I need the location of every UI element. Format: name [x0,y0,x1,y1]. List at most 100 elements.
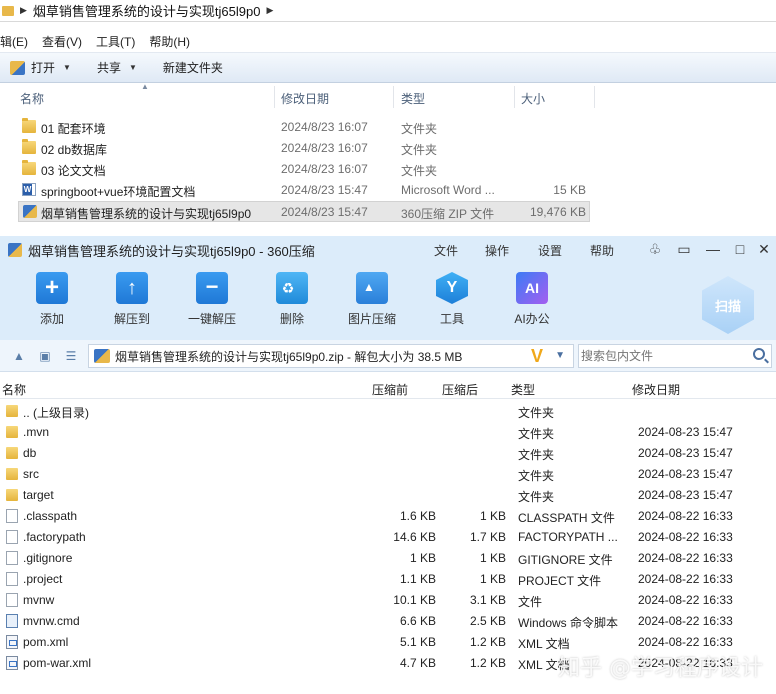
close-icon[interactable]: ✕ [756,241,772,257]
entry-after: 2.5 KB [469,614,506,628]
menu-settings[interactable]: 设置 [538,242,562,259]
extract-to-button[interactable]: 解压到 [97,272,167,327]
entry-before: 1.1 KB [399,572,436,586]
archive-row[interactable]: .. (上级目录) 文件夹 [0,401,776,422]
archive-path-bar[interactable]: 烟草销售管理系统的设计与实现tj65l9p0.zip - 解包大小为 38.5 … [88,344,574,368]
minimize-icon[interactable]: — [705,241,721,257]
menu-edit[interactable]: 辑(E) [0,33,28,50]
entry-date: 2024-08-23 15:47 [638,446,733,460]
menu-tools[interactable]: 工具(T) [96,33,135,50]
maximize-icon[interactable]: □ [732,241,748,257]
folder-icon [6,447,18,459]
archive-column-headers: 名称 压缩前 压缩后 类型 修改日期 [0,377,776,399]
entry-before: 5.1 KB [399,635,436,649]
vip-icon[interactable]: V [531,346,543,367]
window-title: 烟草销售管理系统的设计与实现tj65l9p0 - 360压缩 [28,243,315,259]
entry-type: FACTORYPATH ... [518,530,618,544]
entry-before: 1 KB [409,551,436,565]
entry-type: 文件 [518,595,543,609]
tools-icon [436,272,468,304]
entry-name: .mvn [23,425,50,439]
entry-before: 1.6 KB [399,509,436,523]
entry-type: 文件夹 [518,469,555,483]
menu-help[interactable]: 帮助 [590,242,614,259]
archive-row[interactable]: mvnw.cmd 6.6 KB 2.5 KB Windows 命令脚本 2024… [0,611,776,632]
recycle-bin-icon [276,272,308,304]
breadcrumb[interactable]: 烟草销售管理系统的设计与实现tj65l9p0 [33,1,261,20]
entry-name: .. (上级目录) [23,406,89,420]
entry-after: 1.7 KB [469,530,506,544]
menu-view[interactable]: 查看(V) [42,33,82,50]
one-click-extract-button[interactable]: 一键解压 [177,272,247,327]
file-name: 01 配套环境 [41,122,106,136]
search-box[interactable] [578,344,772,368]
add-button[interactable]: 添加 [17,272,87,327]
column-name[interactable]: 名称 [2,381,26,398]
column-compressed-after[interactable]: 压缩后 [442,381,478,398]
open-label: 打开 [31,61,56,75]
column-type[interactable]: 类型 [401,90,425,107]
column-compressed-before[interactable]: 压缩前 [372,381,408,398]
file-row[interactable]: 03 论文文档 2024/8/23 16:07 文件夹 [18,159,590,180]
chevron-right-icon[interactable]: ▶ [266,5,273,16]
feedback-icon[interactable]: ▭ [676,241,692,257]
file-type: 360压缩 ZIP 文件 [401,207,495,221]
menu-bar: 辑(E) 查看(V) 工具(T) 帮助(H) [0,31,776,51]
file-name: 烟草销售管理系统的设计与实现tj65l9p0 [41,207,252,221]
share-button[interactable]: 共享 ▼ [97,59,137,76]
menu-file[interactable]: 文件 [434,242,458,259]
tools-button[interactable]: 工具 [417,272,487,327]
archive-row[interactable]: .gitignore 1 KB 1 KB GITIGNORE 文件 2024-0… [0,548,776,569]
column-type[interactable]: 类型 [511,381,535,398]
list-view-icon[interactable]: ☰ [64,349,78,363]
file-icon [6,593,18,607]
add-label: 添加 [39,312,64,326]
archive-row[interactable]: src 文件夹 2024-08-23 15:47 [0,464,776,485]
folder-icon [6,468,18,480]
file-size: 15 KB [553,183,586,197]
archive-row[interactable]: target 文件夹 2024-08-23 15:47 [0,485,776,506]
file-icon [6,530,18,544]
column-modified[interactable]: 修改日期 [632,381,680,398]
archive-row[interactable]: .project 1.1 KB 1 KB PROJECT 文件 2024-08-… [0,569,776,590]
search-icon[interactable] [753,348,765,360]
file-row[interactable]: 01 配套环境 2024/8/23 16:07 文件夹 [18,117,590,138]
file-name: springboot+vue环境配置文档 [41,185,196,199]
folder-icon [6,405,18,417]
script-icon [6,614,18,628]
ai-office-button[interactable]: AI办公 [497,272,567,327]
image-compress-button[interactable]: 图片压缩 [337,272,407,327]
archive-row[interactable]: .mvn 文件夹 2024-08-23 15:47 [0,422,776,443]
archive-row[interactable]: db 文件夹 2024-08-23 15:47 [0,443,776,464]
open-button[interactable]: 打开 ▼ [10,59,71,76]
archive-row[interactable]: .factorypath 14.6 KB 1.7 KB FACTORYPATH … [0,527,776,548]
delete-button[interactable]: 删除 [257,272,327,327]
menu-action[interactable]: 操作 [485,242,509,259]
menu-help[interactable]: 帮助(H) [149,33,190,50]
up-arrow-icon[interactable]: ▲ [12,349,26,363]
entry-before: 4.7 KB [399,656,436,670]
file-row-selected[interactable]: 烟草销售管理系统的设计与实现tj65l9p0 2024/8/23 15:47 3… [18,201,590,222]
entry-name: mvnw [23,593,55,607]
column-divider [274,86,275,108]
new-folder-label: 新建文件夹 [162,61,223,75]
chevron-down-icon[interactable]: ▼ [555,350,565,361]
file-icon [6,572,18,586]
column-name[interactable]: 名称 [20,90,44,107]
app-logo-icon [8,243,22,257]
column-date[interactable]: 修改日期 [281,90,329,107]
new-folder-button[interactable]: 新建文件夹 [163,59,223,76]
search-input[interactable] [581,349,741,363]
chevron-down-icon: ▼ [128,63,137,72]
archive-row[interactable]: mvnw 10.1 KB 3.1 KB 文件 2024-08-22 16:33 [0,590,776,611]
xml-file-icon [6,635,18,649]
archive-row[interactable]: .classpath 1.6 KB 1 KB CLASSPATH 文件 2024… [0,506,776,527]
file-row[interactable]: springboot+vue环境配置文档 2024/8/23 15:47 Mic… [18,180,590,201]
skin-icon[interactable]: ♧ [647,241,663,257]
address-bar[interactable]: ▶ 烟草销售管理系统的设计与实现tj65l9p0 ▶ [0,0,776,22]
thumbnail-view-icon[interactable]: ▣ [38,349,52,363]
file-row[interactable]: 02 db数据库 2024/8/23 16:07 文件夹 [18,138,590,159]
entry-date: 2024-08-23 15:47 [638,488,733,502]
chevron-down-icon: ▼ [63,63,71,72]
column-size[interactable]: 大小 [521,90,545,107]
